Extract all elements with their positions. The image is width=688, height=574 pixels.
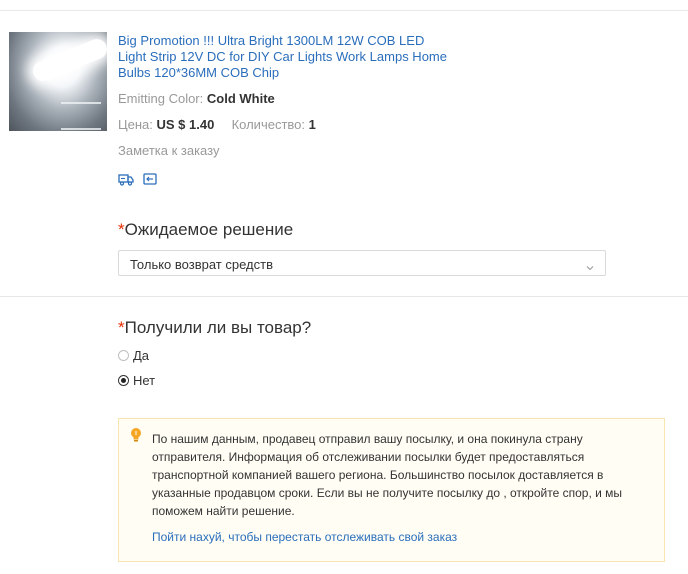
section-divider bbox=[0, 296, 688, 297]
price-quantity-row: Цена: US $ 1.40 Количество: 1 bbox=[118, 117, 316, 132]
resolution-select[interactable]: Только возврат средств bbox=[118, 250, 606, 276]
resolution-select-value: Только возврат средств bbox=[130, 257, 273, 272]
shipping-truck-icon[interactable] bbox=[118, 172, 134, 186]
quantity-label: Количество: bbox=[231, 117, 306, 132]
emitting-color-value: Cold White bbox=[206, 91, 275, 106]
product-title-link[interactable]: Big Promotion !!! Ultra Bright 1300LM 12… bbox=[118, 33, 448, 81]
price-value: US $ 1.40 bbox=[156, 117, 215, 132]
lightbulb-icon bbox=[130, 427, 142, 443]
item-received-heading: *Получили ли вы товар? bbox=[118, 318, 311, 338]
expected-resolution-heading: *Ожидаемое решение bbox=[118, 220, 293, 240]
tracking-notice: По нашим данным, продавец отправил вашу … bbox=[118, 418, 665, 562]
product-thumbnail[interactable] bbox=[9, 32, 107, 131]
radio-label-yes: Да bbox=[133, 348, 150, 363]
emitting-color-row: Emitting Color: Cold White bbox=[118, 91, 275, 106]
radio-button-no[interactable] bbox=[118, 375, 129, 386]
item-received-title: Получили ли вы товар? bbox=[124, 318, 312, 337]
order-note-link[interactable]: Заметка к заказу bbox=[118, 143, 219, 158]
price-label: Цена: bbox=[118, 117, 153, 132]
required-mark: * bbox=[118, 220, 125, 239]
chevron-down-icon bbox=[585, 259, 595, 271]
required-mark: * bbox=[118, 318, 125, 337]
image-caption-text bbox=[61, 102, 101, 130]
notice-text: По нашим данным, продавец отправил вашу … bbox=[152, 432, 623, 518]
radio-option-yes[interactable]: Да bbox=[118, 348, 149, 363]
emitting-color-label: Emitting Color: bbox=[118, 91, 204, 106]
return-card-icon[interactable] bbox=[142, 172, 158, 186]
order-icons bbox=[118, 172, 158, 186]
quantity-value: 1 bbox=[308, 117, 316, 132]
radio-option-no[interactable]: Нет bbox=[118, 373, 155, 388]
top-divider bbox=[0, 10, 688, 11]
expected-resolution-title: Ожидаемое решение bbox=[124, 220, 294, 239]
radio-button-yes[interactable] bbox=[118, 350, 129, 361]
led-strip-image bbox=[30, 36, 107, 84]
stop-tracking-link[interactable]: Пойти нахуй, чтобы перестать отслеживать… bbox=[152, 530, 457, 544]
radio-label-no: Нет bbox=[133, 373, 156, 388]
